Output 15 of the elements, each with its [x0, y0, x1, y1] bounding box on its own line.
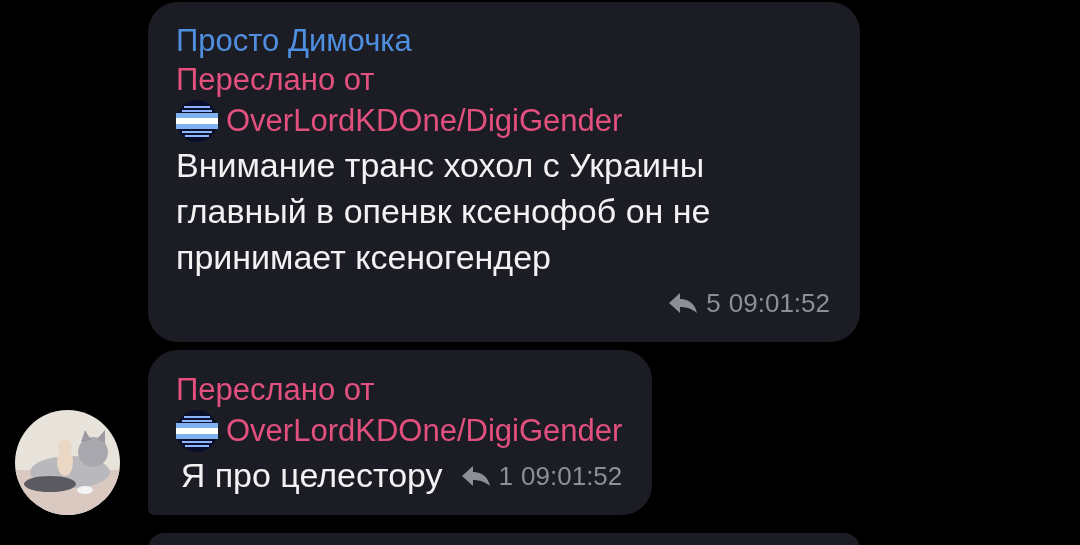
message-time: 09:01:52	[728, 287, 830, 320]
forwarded-label: Переслано от	[176, 371, 375, 409]
channel-avatar-icon	[176, 410, 218, 452]
reply-icon	[668, 292, 699, 314]
message-text: Внимание транс хохол с Украины главный в опенвк ксенофоб он не принимает ксеногендер	[176, 145, 712, 278]
reply-count: 5	[706, 287, 721, 320]
channel-name: OverLordKDOne/DigiGender	[226, 102, 623, 140]
reply-count: 1	[498, 460, 514, 493]
message-time: 09:01:52	[521, 460, 623, 493]
reply-icon	[460, 465, 491, 487]
message-text: Я про целестору	[180, 455, 443, 496]
channel-name: OverLordKDOne/DigiGender	[226, 412, 623, 450]
forwarded-label: Переслано от	[176, 61, 375, 99]
sender-name: Просто Димочка	[176, 22, 412, 60]
channel-avatar-icon	[176, 100, 218, 142]
